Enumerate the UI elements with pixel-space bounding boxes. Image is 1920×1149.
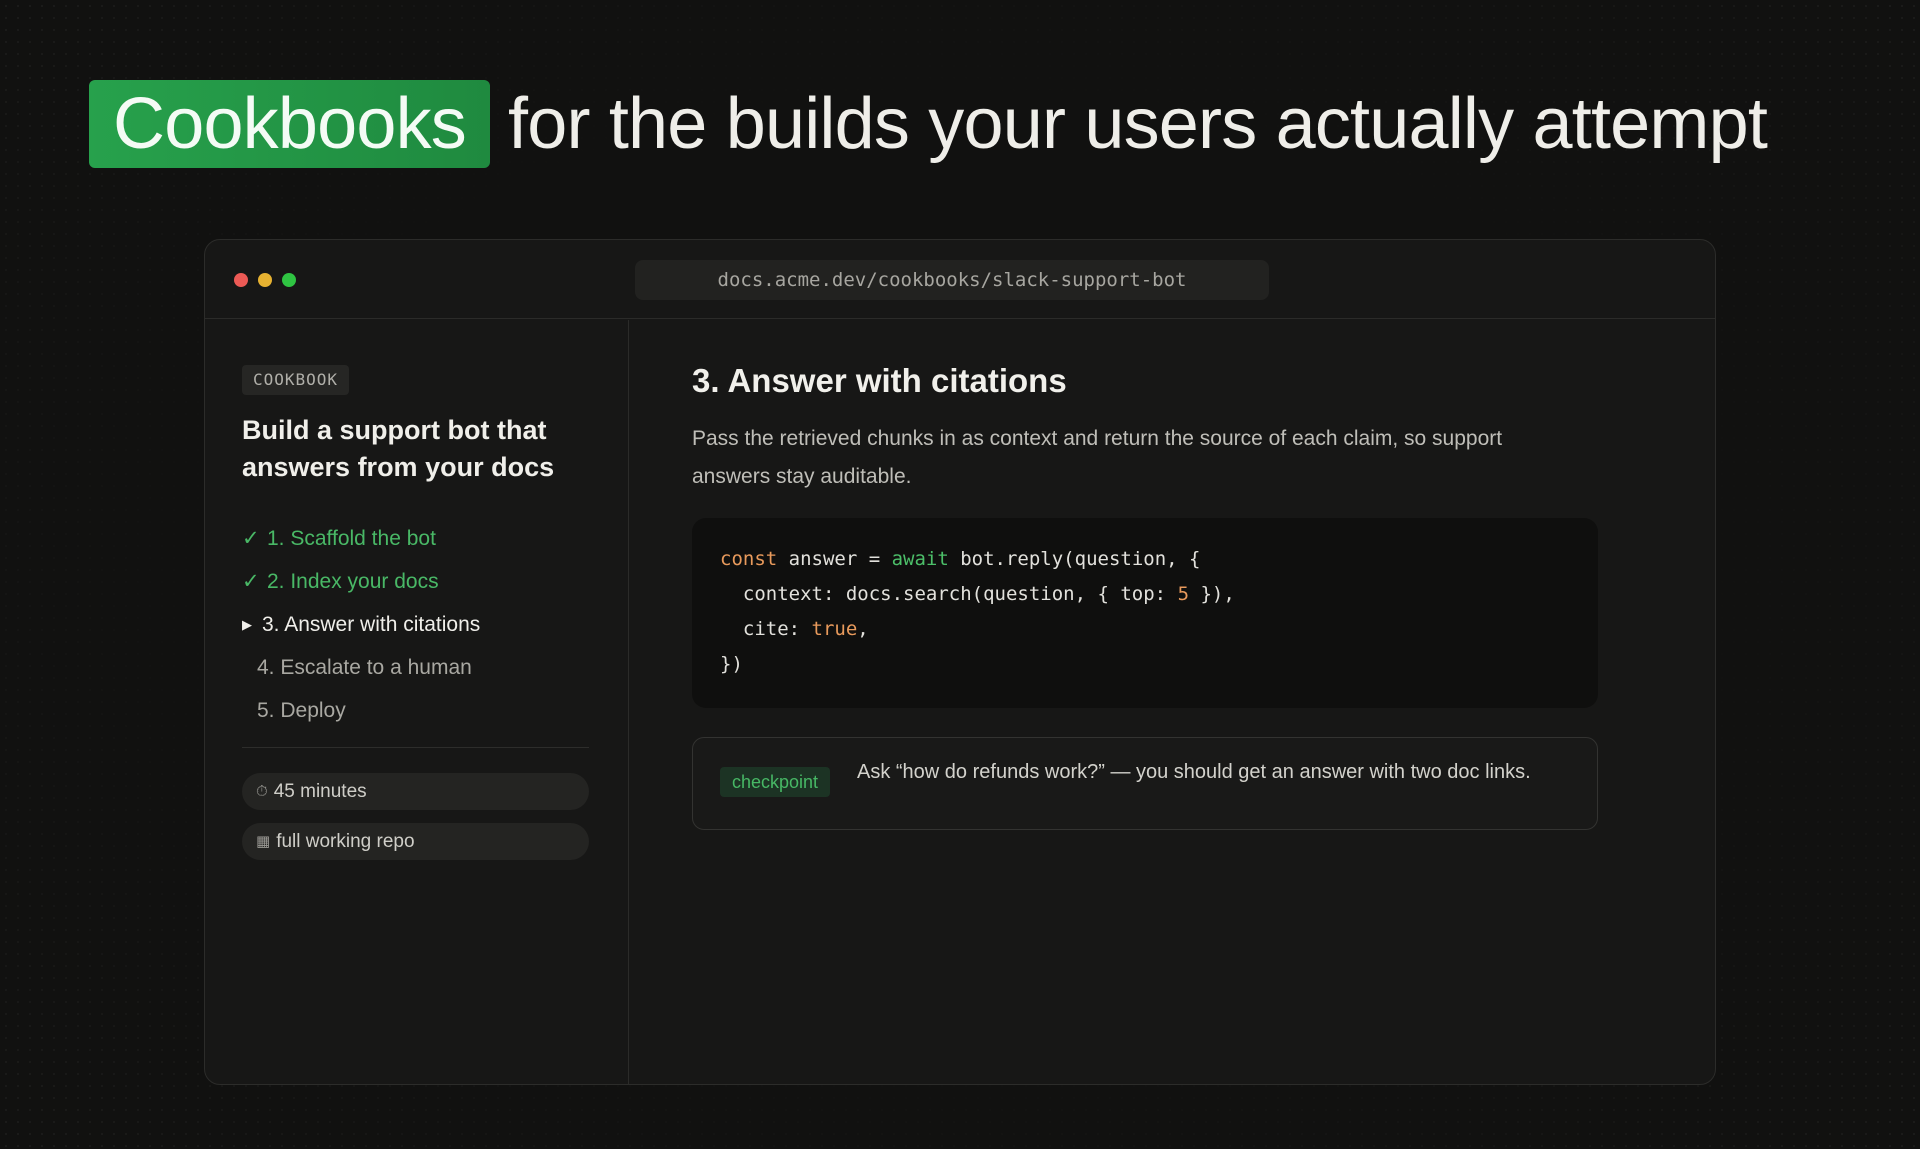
close-window-icon[interactable] — [234, 273, 248, 287]
step-description: Pass the retrieved chunks in as context … — [692, 427, 1503, 488]
step-escalate-to-a-human[interactable]: 4. Escalate to a human — [242, 646, 480, 689]
headline-text: for the builds your users actually attem… — [508, 84, 1768, 164]
checkpoint-badge: checkpoint — [720, 767, 831, 797]
repo-pill: ▦ full working repo — [242, 823, 589, 860]
code-token: bot.reply(question, { — [948, 548, 1201, 570]
sidebar-divider — [242, 747, 589, 748]
cookbook-content: 3. Answer with citations Pass the retrie… — [630, 320, 1715, 1084]
window-titlebar: docs.acme.dev/cookbooks/slack-support-bo… — [205, 240, 1715, 319]
step-scaffold-the-bot[interactable]: ✓ 1. Scaffold the bot — [242, 517, 480, 560]
code-token: const — [720, 548, 778, 570]
checkpoint-text: Ask “how do refunds work?” — you should … — [857, 761, 1531, 783]
timer-icon: ⏱ — [256, 783, 268, 800]
step-label: 2. Index your docs — [267, 570, 439, 593]
address-bar[interactable]: docs.acme.dev/cookbooks/slack-support-bo… — [635, 260, 1269, 300]
code-token: context: docs.search(question, { top: — [720, 583, 1178, 605]
step-label: 1. Scaffold the bot — [267, 527, 436, 550]
step-heading: 3. Answer with citations — [692, 362, 1067, 399]
code-token: 5 — [1177, 583, 1190, 605]
cookbook-title: Build a support bot that answers from yo… — [242, 415, 555, 482]
code-token: true — [811, 618, 858, 640]
step-deploy[interactable]: 5. Deploy — [242, 689, 480, 732]
maximize-window-icon[interactable] — [282, 273, 296, 287]
step-answer-with-citations[interactable]: ▶ 3. Answer with citations — [242, 603, 480, 646]
headline-highlight: Cookbooks — [89, 80, 491, 168]
caret-right-icon: ▶ — [242, 617, 252, 632]
code-token: }), — [1189, 583, 1235, 605]
code-token: }) — [720, 653, 743, 675]
stage: Cookbooks for the builds your users actu… — [0, 0, 1920, 1149]
step-label: 3. Answer with citations — [262, 613, 481, 636]
duration-label: 45 minutes — [273, 781, 367, 802]
code-token: cite: — [720, 618, 812, 640]
headline: Cookbooks for the builds your users actu… — [89, 80, 1768, 168]
code-token: , — [857, 618, 869, 640]
steps-list: ✓ 1. Scaffold the bot ✓ 2. Index your do… — [242, 517, 480, 732]
code-token: await — [891, 548, 949, 570]
browser-window: docs.acme.dev/cookbooks/slack-support-bo… — [204, 239, 1716, 1085]
check-icon: ✓ — [242, 527, 260, 550]
code-token: answer = — [777, 548, 892, 570]
check-icon: ✓ — [242, 570, 260, 593]
minimize-window-icon[interactable] — [258, 273, 272, 287]
cookbook-sidebar: COOKBOOK Build a support bot that answer… — [205, 320, 629, 1084]
cookbook-tag: COOKBOOK — [242, 365, 350, 395]
checkpoint-callout: checkpoint Ask “how do refunds work?” — … — [692, 737, 1598, 830]
repo-icon: ▦ — [256, 833, 271, 850]
step-index-your-docs[interactable]: ✓ 2. Index your docs — [242, 560, 480, 603]
step-label: 4. Escalate to a human — [257, 656, 472, 679]
code-block[interactable]: const answer = await bot.reply(question,… — [692, 518, 1598, 708]
step-label: 5. Deploy — [257, 699, 346, 722]
repo-label: full working repo — [276, 831, 415, 852]
duration-pill: ⏱ 45 minutes — [242, 773, 589, 810]
